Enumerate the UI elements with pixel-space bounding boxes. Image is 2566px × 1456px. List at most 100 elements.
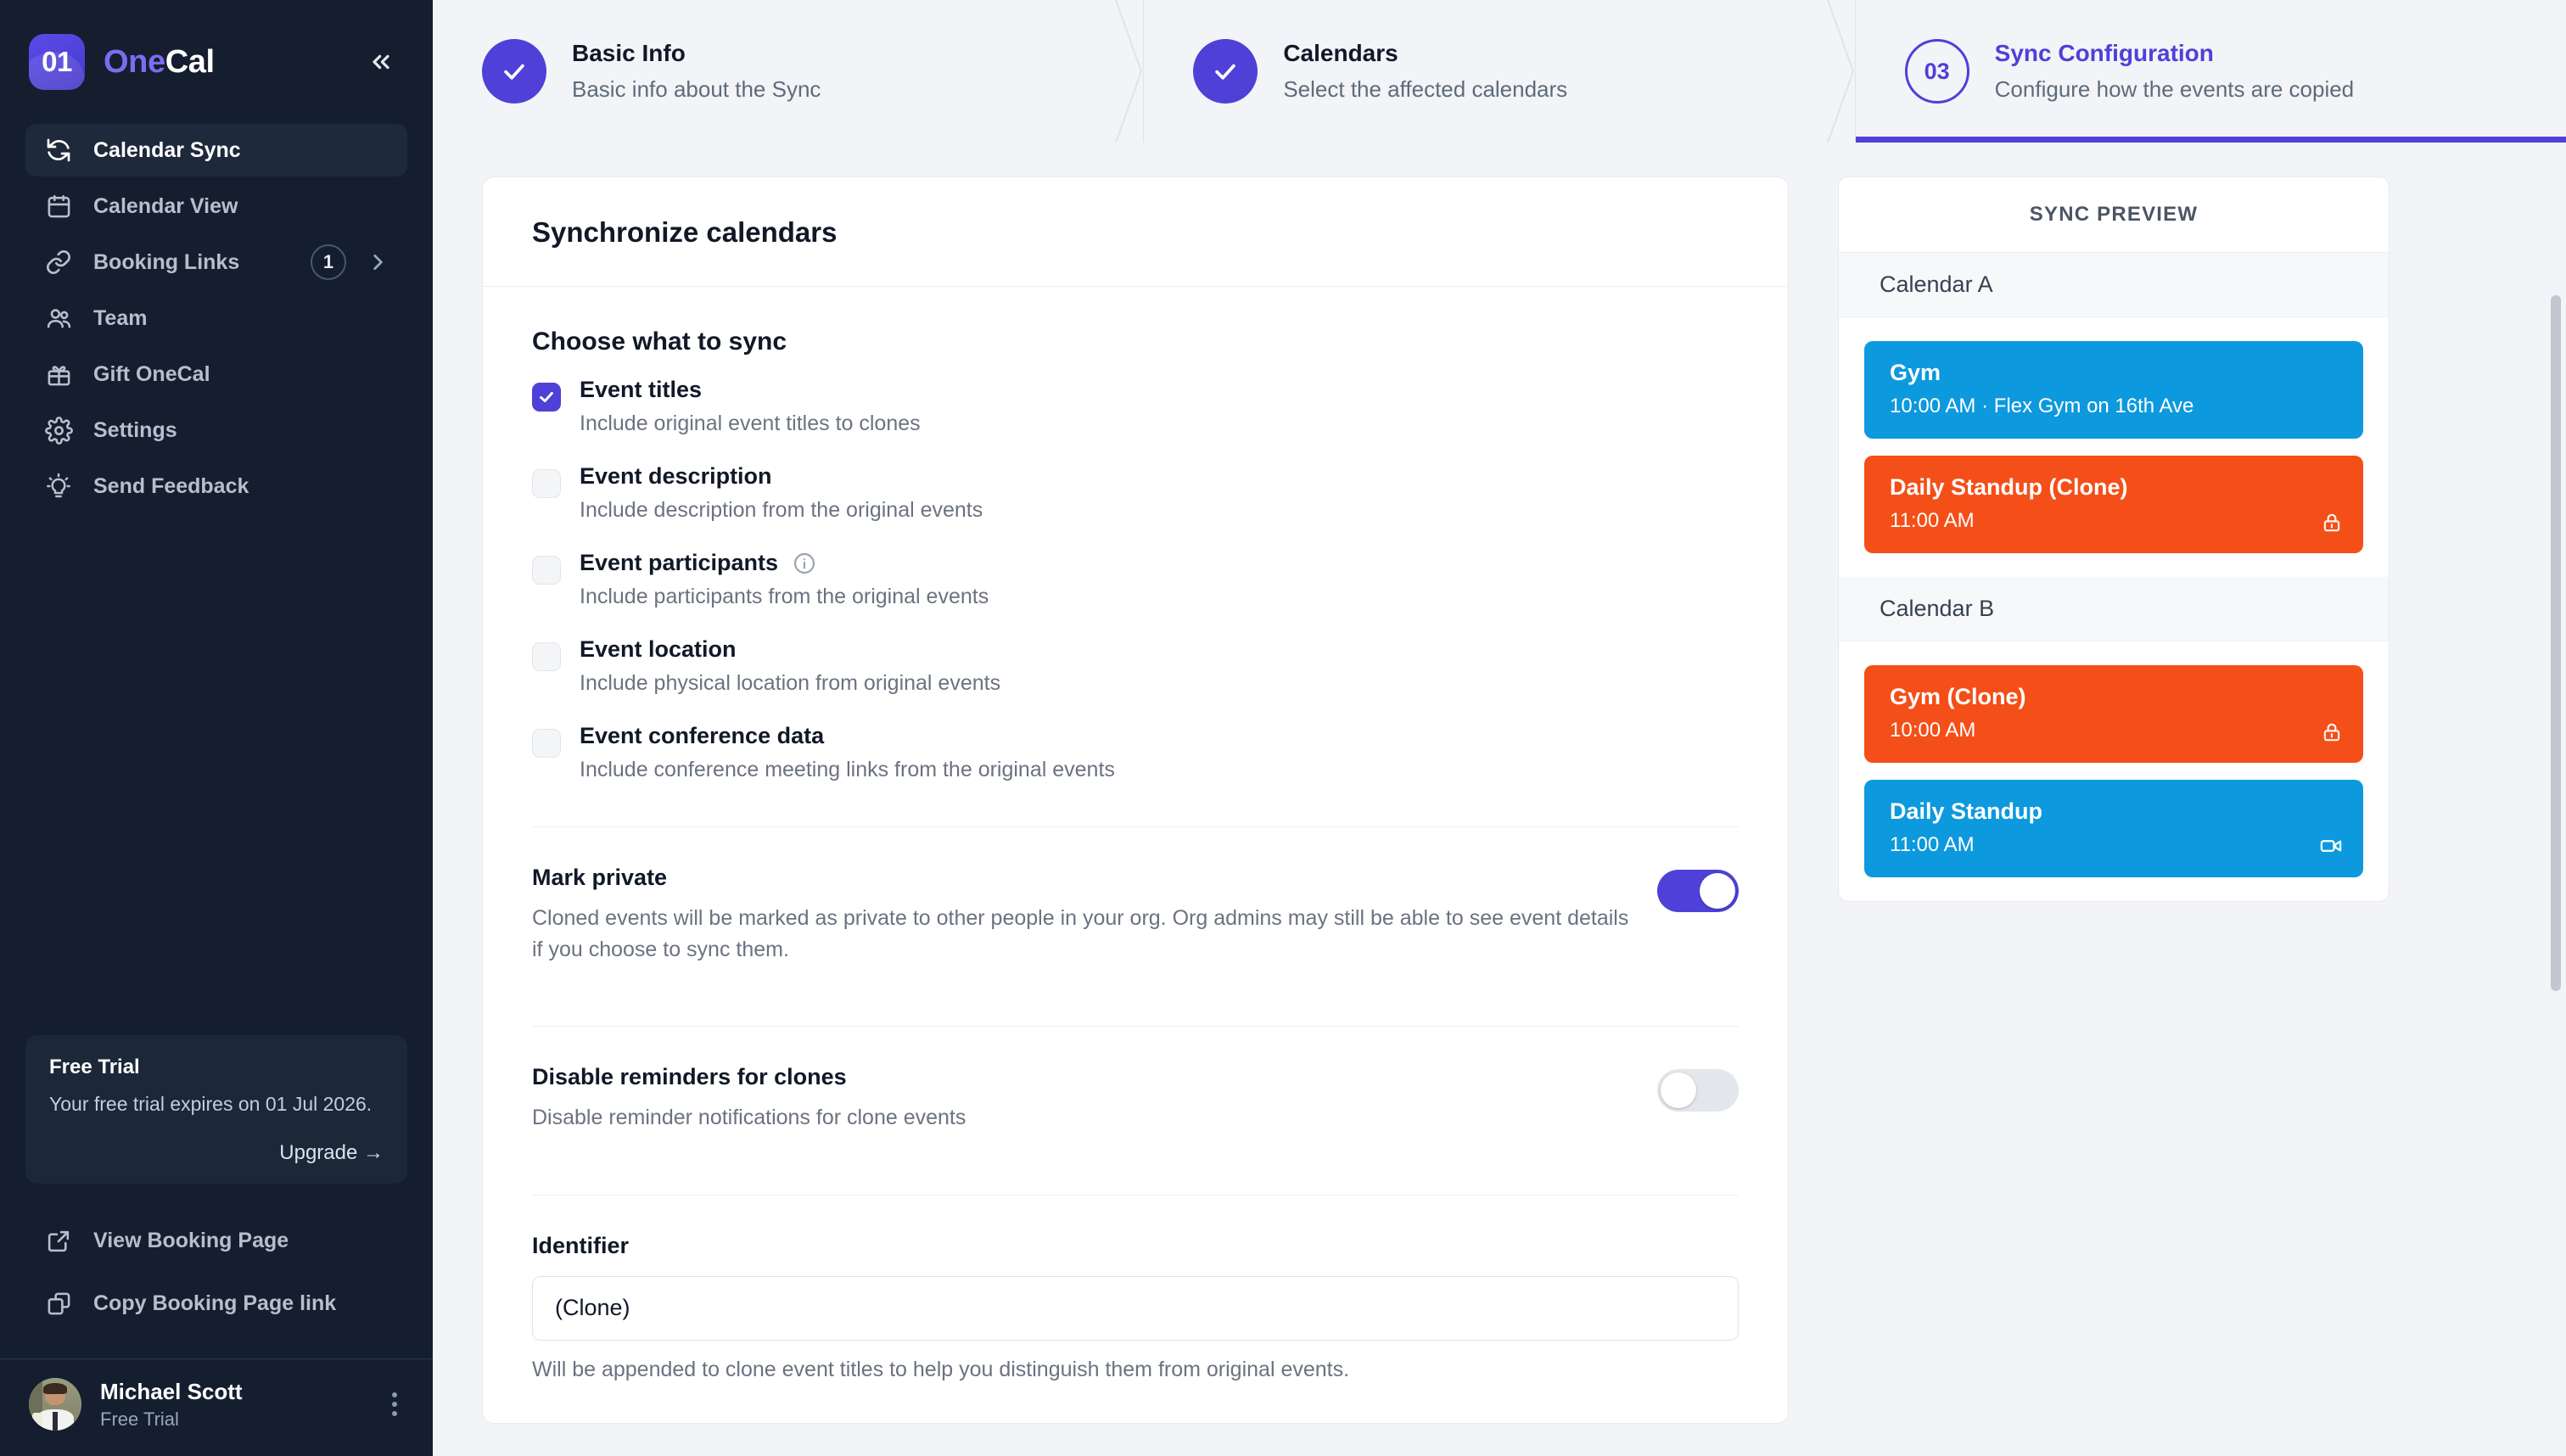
sync-icon	[44, 136, 73, 165]
option-label: Event location	[580, 636, 1739, 663]
disable-reminders-row: Disable reminders for clones Disable rem…	[532, 1027, 1739, 1171]
logo-text: 01	[42, 46, 72, 77]
option-label-text: Event participants	[580, 550, 779, 575]
event-daily-standup-clone[interactable]: Daily Standup (Clone) 11:00 AM	[1864, 456, 2363, 553]
step-title: Sync Configuration	[1994, 40, 2214, 67]
free-trial-card: Free Trial Your free trial expires on 01…	[25, 1034, 407, 1184]
event-title: Gym (Clone)	[1890, 684, 2026, 709]
profile-name: Michael Scott	[100, 1378, 243, 1404]
step-separator-icon	[1826, 0, 1854, 143]
sync-preview-column: SYNC PREVIEW Calendar A Gym 10:00 AM · F…	[1838, 176, 2390, 1456]
disable-reminders-title: Disable reminders for clones	[532, 1064, 847, 1089]
view-booking-page-button[interactable]: View Booking Page	[25, 1214, 407, 1267]
option-label: Event participants	[580, 550, 1739, 576]
sidebar-item-team[interactable]: Team	[25, 292, 407, 344]
step-basic-info[interactable]: Basic Info Basic info about the Sync	[433, 0, 1144, 143]
event-item: Gym (Clone) 10:00 AM	[1839, 657, 2389, 771]
users-icon	[44, 304, 73, 333]
free-trial-title: Free Trial	[49, 1055, 140, 1078]
identifier-help-text: Will be appended to clone event titles t…	[532, 1357, 1350, 1381]
step-sync-configuration[interactable]: 03 Sync Configuration Configure how the …	[1854, 0, 2566, 143]
step-texts: Calendars Select the affected calendars	[1283, 38, 1567, 104]
sidebar-item-calendar-view[interactable]: Calendar View	[25, 180, 407, 232]
option-description: Include original event titles to clones	[580, 412, 921, 435]
event-subtitle: 10:00 AM	[1890, 719, 1976, 742]
info-icon[interactable]	[792, 551, 817, 576]
sidebar-item-calendar-sync[interactable]: Calendar Sync	[25, 124, 407, 176]
mark-private-title: Mark private	[532, 865, 668, 890]
brand-name: OneCal	[104, 44, 215, 81]
sidebar-item-gift-onecal[interactable]: Gift OneCal	[25, 348, 407, 400]
event-location-checkbox[interactable]	[532, 642, 561, 671]
mark-private-description: Cloned events will be marked as private …	[532, 906, 1629, 961]
copy-booking-page-link-button[interactable]: Copy Booking Page link	[25, 1277, 407, 1330]
option-texts: Event conference data Include conference…	[580, 723, 1739, 803]
calendar-b-header: Calendar B	[1839, 577, 2389, 641]
mark-private-texts: Mark private Cloned events will be marke…	[532, 865, 1632, 965]
step-separator-icon	[1115, 0, 1143, 143]
step-number-badge: 03	[1904, 39, 1969, 104]
disable-reminders-toggle[interactable]	[1657, 1069, 1739, 1112]
toggle-knob	[1700, 873, 1735, 909]
option-label-text: Event description	[580, 463, 772, 489]
event-subtitle: 10:00 AM · Flex Gym on 16th Ave	[1890, 395, 2194, 417]
event-item: Gym 10:00 AM · Flex Gym on 16th Ave	[1839, 333, 2389, 447]
event-daily-standup[interactable]: Daily Standup 11:00 AM	[1864, 780, 2363, 877]
calendar-icon	[44, 192, 73, 221]
option-event-conference-data: Event conference data Include conference…	[532, 723, 1739, 803]
sidebar-item-label: Send Feedback	[93, 473, 249, 498]
event-title: Daily Standup	[1890, 798, 2043, 824]
sidebar-item-settings[interactable]: Settings	[25, 404, 407, 456]
event-conference-data-checkbox[interactable]	[532, 729, 561, 758]
option-label: Event conference data	[580, 723, 1739, 749]
event-participants-checkbox[interactable]	[532, 556, 561, 585]
option-event-titles: Event titles Include original event titl…	[532, 377, 1739, 456]
page-scrollbar[interactable]	[2551, 295, 2561, 991]
step-calendars[interactable]: Calendars Select the affected calendars	[1143, 0, 1855, 143]
step-title: Calendars	[1283, 40, 1398, 67]
step-texts: Sync Configuration Configure how the eve…	[1995, 38, 2355, 104]
sidebar-item-booking-links[interactable]: Booking Links 1	[25, 236, 407, 288]
free-trial-text: Your free trial expires on 01 Jul 2026.	[49, 1092, 373, 1115]
app-root: 01 OneCal Calendar Sync Calendar View Bo…	[0, 0, 2566, 1456]
chevron-right-icon[interactable]	[367, 251, 389, 273]
brand-name-first: One	[104, 43, 165, 80]
option-texts: Event participants Include participants …	[580, 550, 1739, 630]
section-title-choose-what-to-sync: Choose what to sync	[532, 328, 787, 356]
disable-reminders-texts: Disable reminders for clones Disable rem…	[532, 1064, 1632, 1134]
option-label-text: Event conference data	[580, 723, 825, 748]
step-subtitle: Select the affected calendars	[1283, 76, 1568, 102]
event-description-checkbox[interactable]	[532, 469, 561, 498]
mark-private-toggle[interactable]	[1657, 870, 1739, 912]
main-content: Basic Info Basic info about the Sync Cal…	[433, 0, 2566, 1456]
sidebar-item-send-feedback[interactable]: Send Feedback	[25, 460, 407, 512]
upgrade-link[interactable]: Upgrade →	[279, 1141, 384, 1164]
card-body: Choose what to sync Event titles Include…	[483, 287, 1788, 1423]
sync-preview-header: SYNC PREVIEW	[1839, 177, 2389, 253]
identifier-field-group: Identifier Will be appended to clone eve…	[532, 1196, 1739, 1423]
step-check-icon	[482, 39, 546, 104]
sidebar-item-label: Settings	[93, 417, 177, 442]
option-label: Event description	[580, 463, 1739, 490]
video-icon	[2319, 834, 2343, 862]
calendar-b-events: Gym (Clone) 10:00 AM Daily Standup 11:00…	[1839, 641, 2389, 901]
sidebar-top: 01 OneCal	[0, 0, 433, 95]
toggle-knob	[1661, 1072, 1696, 1108]
profile-row[interactable]: Michael Scott Free Trial	[0, 1359, 433, 1456]
event-title: Daily Standup (Clone)	[1890, 474, 2128, 500]
mark-private-row: Mark private Cloned events will be marke…	[532, 827, 1739, 1002]
profile-menu-button[interactable]	[385, 1386, 404, 1423]
brand-row: 01 OneCal	[29, 29, 404, 95]
page-title: Synchronize calendars	[532, 216, 838, 248]
collapse-sidebar-button[interactable]	[358, 39, 404, 85]
booking-links-count-badge: 1	[311, 244, 346, 280]
gift-icon	[44, 360, 73, 389]
identifier-input[interactable]	[532, 1275, 1739, 1341]
event-gym[interactable]: Gym 10:00 AM · Flex Gym on 16th Ave	[1864, 341, 2363, 439]
option-event-participants: Event participants Include participants …	[532, 550, 1739, 630]
event-titles-checkbox[interactable]	[532, 383, 561, 412]
option-label-text: Event location	[580, 636, 737, 662]
event-gym-clone[interactable]: Gym (Clone) 10:00 AM	[1864, 665, 2363, 763]
lock-icon	[2321, 721, 2343, 748]
